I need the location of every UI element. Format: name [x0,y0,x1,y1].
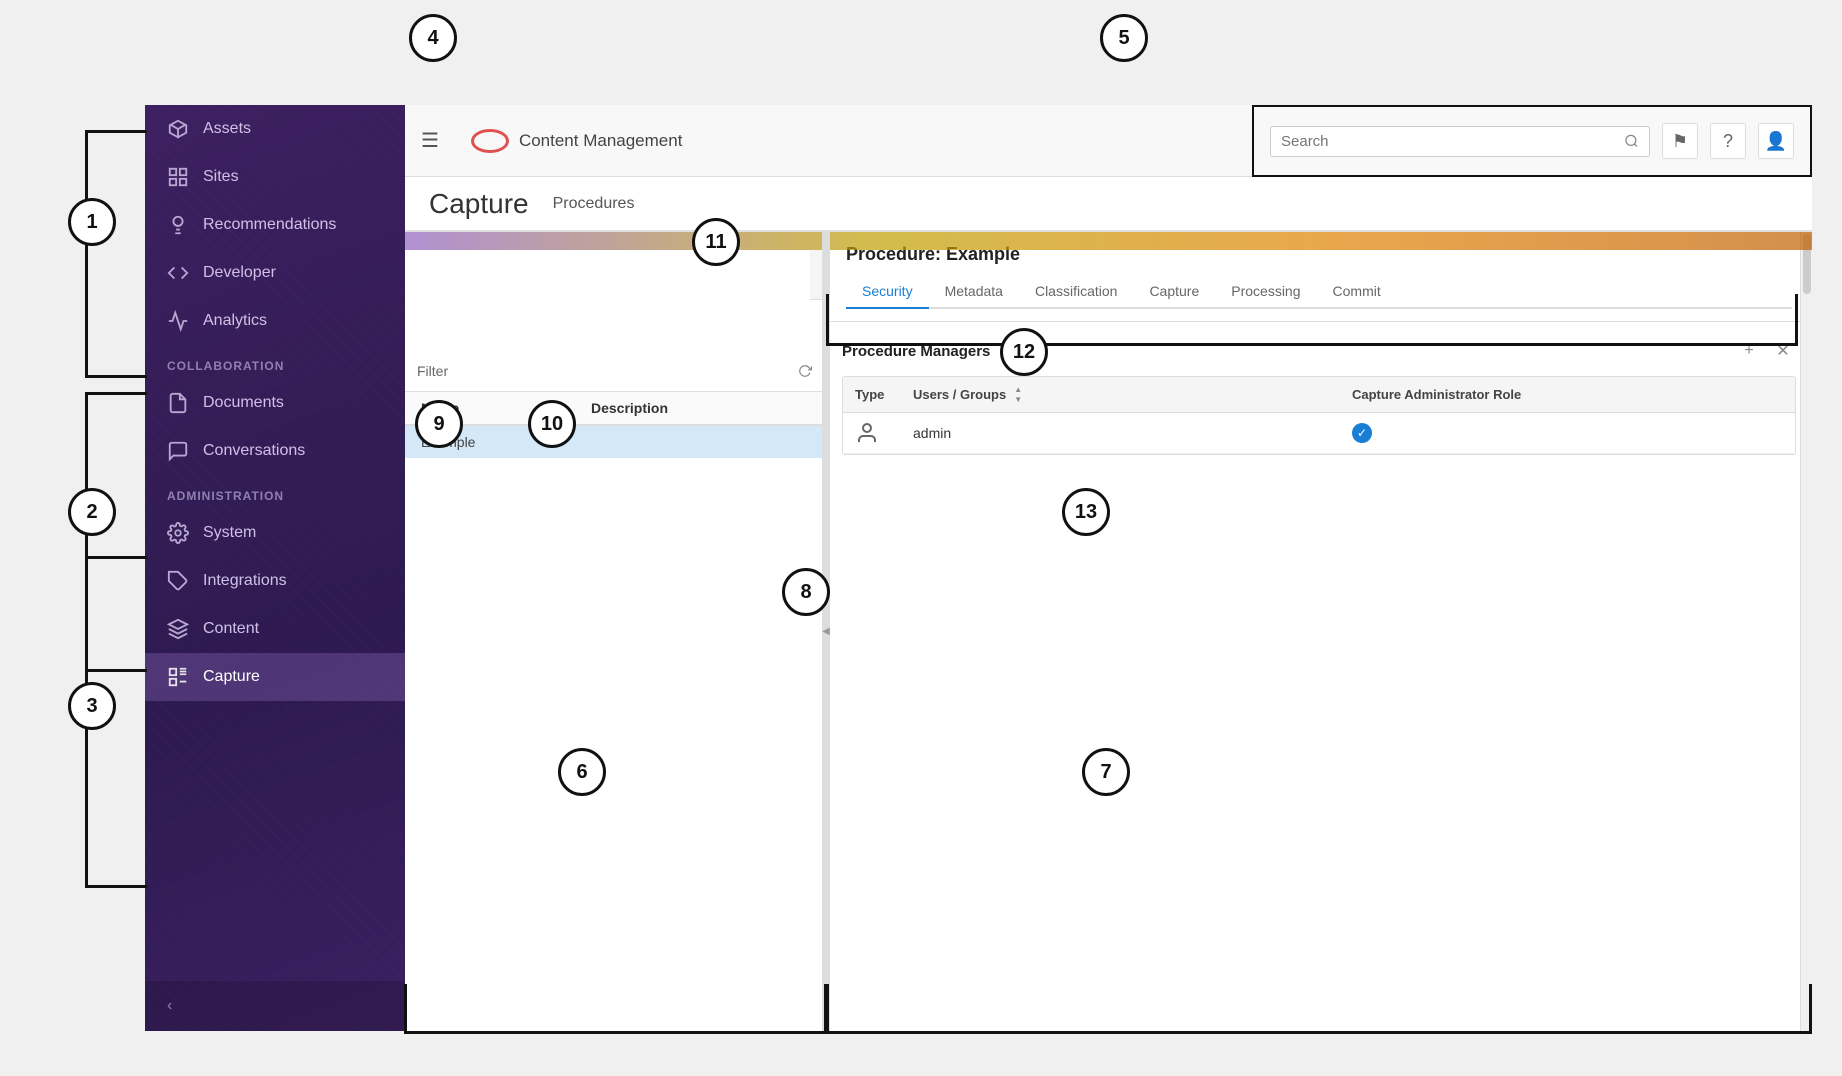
detail-panel: Procedure: Example Security Metadata Cla… [825,232,1812,1031]
menu-button[interactable]: ☰ [405,128,455,153]
list-row[interactable]: Example [405,426,824,458]
gear-icon [167,522,189,544]
list-panel: + ⬜ ⬇ ⬆ ✏ ✕ ⊙ ⬛ Filter Name Description … [405,232,825,1031]
pm-remove-button[interactable]: ✕ [1770,338,1796,364]
capture-icon [167,666,189,688]
sidebar-item-capture[interactable]: Capture [145,653,405,701]
administration-section-label: ADMINISTRATION [145,475,405,509]
detail-content: Procedure Managers + ✕ Type Users / Grou… [826,322,1812,471]
pm-col-type: Type [855,387,905,402]
sidebar-item-label: Recommendations [203,216,336,234]
search-box[interactable] [1270,126,1650,157]
help-button[interactable]: ? [1710,123,1746,159]
sidebar-item-label: System [203,524,256,542]
detail-scrollbar[interactable] [1800,232,1812,1031]
sidebar-item-label: Developer [203,264,276,282]
sidebar: Assets Sites Recommendations Developer A… [145,105,405,1031]
sidebar-item-label: Conversations [203,442,305,460]
detail-tabs: Security Metadata Classification Capture… [846,275,1792,309]
user-type-icon [855,421,879,445]
tab-commit[interactable]: Commit [1317,275,1397,309]
annotation-1: 1 [68,198,116,246]
sidebar-item-integrations[interactable]: Integrations [145,557,405,605]
sort-arrows-icon[interactable]: ▲▼ [1014,385,1022,404]
row-name: Example [421,434,591,450]
filter-input[interactable] [456,363,790,379]
col-desc-header: Description [591,400,668,416]
layers-icon [167,618,189,640]
chat-icon [167,440,189,462]
pm-table-row[interactable]: admin ✓ [843,413,1795,454]
procedure-managers-section: Procedure Managers + ✕ [842,338,1796,364]
bracket-group-3 [85,556,147,888]
app-title: Content Management [519,131,683,151]
resize-handle[interactable] [822,232,830,1031]
puzzle-icon [167,570,189,592]
lightbulb-icon [167,214,189,236]
annotation-4: 4 [409,14,457,62]
role-check-icon: ✓ [1352,423,1372,443]
tab-processing[interactable]: Processing [1215,275,1316,309]
chart-icon [167,310,189,332]
logo-oval [471,129,509,153]
sidebar-item-conversations[interactable]: Conversations [145,427,405,475]
page-title: Capture [429,188,529,220]
pm-col-role: Capture Administrator Role [1352,387,1783,402]
sidebar-item-developer[interactable]: Developer [145,249,405,297]
pm-cell-user: admin [913,425,1344,441]
tab-classification[interactable]: Classification [1019,275,1133,309]
tab-metadata[interactable]: Metadata [929,275,1019,309]
bracket-group-2 [85,392,147,672]
sidebar-nav: Assets Sites Recommendations Developer A… [145,105,405,701]
sidebar-item-label: Capture [203,668,260,686]
collaboration-section-label: COLLABORATION [145,345,405,379]
sidebar-item-sites[interactable]: Sites [145,153,405,201]
sidebar-item-label: Sites [203,168,239,186]
pm-cell-type [855,421,905,445]
procedure-managers-title: Procedure Managers [842,343,990,360]
sidebar-item-recommendations[interactable]: Recommendations [145,201,405,249]
sidebar-item-label: Assets [203,120,251,138]
tab-capture[interactable]: Capture [1133,275,1215,309]
filter-refresh-icon[interactable] [798,364,812,378]
sidebar-item-documents[interactable]: Documents [145,379,405,427]
col-name-header: Name [421,400,591,416]
list-table-header: Name Description [405,392,824,426]
sidebar-item-label: Integrations [203,572,287,590]
annotation-3: 3 [68,682,116,730]
flag-button[interactable]: ⚑ [1662,123,1698,159]
sidebar-item-label: Content [203,620,259,638]
pm-table: Type Users / Groups ▲▼ Capture Administr… [842,376,1796,455]
filter-label: Filter [417,363,448,379]
tab-security[interactable]: Security [846,275,929,309]
sidebar-item-label: Documents [203,394,284,412]
sidebar-collapse-button[interactable]: ‹ [145,981,405,1031]
sidebar-item-content[interactable]: Content [145,605,405,653]
sidebar-item-assets[interactable]: Assets [145,105,405,153]
sidebar-item-analytics[interactable]: Analytics [145,297,405,345]
pm-action-buttons: + ✕ [1736,338,1796,364]
page-subtitle: Procedures [553,195,635,213]
header-search-area: ⚑ ? 👤 [1252,105,1812,177]
pm-col-users: Users / Groups ▲▼ [913,385,1344,404]
search-input[interactable] [1281,133,1616,150]
pm-add-button[interactable]: + [1736,338,1762,364]
sites-icon [167,166,189,188]
bracket-group-1 [85,130,147,378]
pm-table-header: Type Users / Groups ▲▼ Capture Administr… [843,377,1795,413]
page-title-bar: Capture Procedures [405,177,1812,232]
annotation-5: 5 [1100,14,1148,62]
doc-icon [167,392,189,414]
cube-icon [167,118,189,140]
filter-bar: Filter [405,350,824,392]
pm-cell-role: ✓ [1352,423,1783,443]
annotation-2: 2 [68,488,116,536]
code-icon [167,262,189,284]
sidebar-item-system[interactable]: System [145,509,405,557]
user-button[interactable]: 👤 [1758,123,1794,159]
search-icon [1624,133,1639,149]
app-logo: Content Management [455,129,699,153]
sidebar-item-label: Analytics [203,312,267,330]
